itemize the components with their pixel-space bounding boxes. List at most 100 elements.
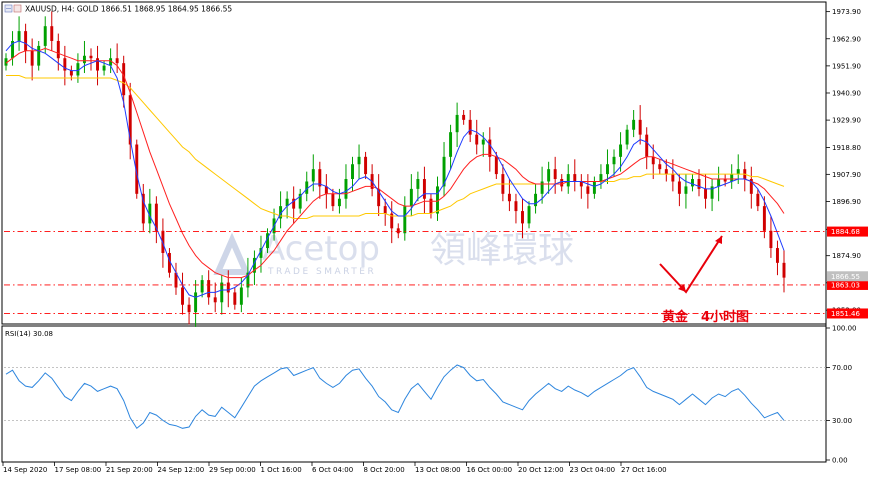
price-tick-label: 1951.90 [832, 62, 861, 70]
candle-body [239, 287, 243, 305]
candle-body [717, 179, 721, 187]
candle-body [220, 282, 224, 303]
rsi-tick-label: 100.00 [832, 325, 857, 333]
candle-body [351, 164, 354, 180]
candle-body [96, 58, 100, 71]
candle-body [775, 248, 779, 263]
time-tick-label: 6 Oct 04:00 [312, 466, 353, 474]
candle-body [181, 287, 184, 305]
candle-body [207, 280, 211, 298]
candle-body [507, 193, 511, 202]
candle-body [331, 193, 335, 207]
price-tick-label: 1874.90 [832, 252, 861, 260]
symbol-info: XAUUSD, H4: GOLD 1866.51 1868.95 1864.95… [25, 5, 232, 14]
candle-body [651, 156, 655, 165]
time-tick-label: 16 Oct 00:00 [467, 466, 513, 474]
price-tick-label: 1918.80 [832, 144, 861, 152]
candle-body [521, 211, 524, 224]
candle-body [690, 179, 694, 187]
candle-body [494, 156, 498, 175]
price-tick-label: 1929.90 [832, 117, 861, 125]
candle-body [462, 114, 466, 120]
candle-body [619, 144, 623, 157]
candle-body [357, 156, 361, 165]
candle-body [82, 55, 86, 64]
candle-body [50, 26, 54, 41]
candle-body [187, 304, 191, 313]
candle-body [573, 174, 577, 182]
candle-body [730, 174, 734, 182]
candle-body [664, 169, 668, 175]
candle-body [337, 198, 341, 207]
time-tick-label: 27 Oct 16:00 [621, 466, 667, 474]
symbol-header: XAUUSD, H4: GOLD 1866.51 1868.95 1864.95… [4, 5, 232, 14]
candle-body [677, 181, 681, 194]
watermark-brand-cn: 領峰環球 [430, 230, 574, 271]
candle-body [586, 186, 590, 194]
candle-body [481, 139, 485, 145]
candle-body [782, 262, 786, 278]
chart-annotation-label: 黄金 4小时图 [662, 309, 749, 325]
candle-body [200, 280, 204, 293]
candle-body [599, 174, 603, 182]
candle-body [606, 164, 609, 175]
candle-body [632, 119, 636, 130]
candle-body [69, 70, 73, 76]
level-price-label: 1863.03 [831, 281, 860, 289]
candle-body [56, 40, 60, 59]
candle-body [344, 179, 348, 199]
price-tick-label: 1907.90 [832, 171, 861, 179]
price-tick-label: 1940.90 [832, 89, 861, 97]
candle-body [43, 26, 47, 46]
price-tick-label: 1973.90 [832, 8, 861, 16]
time-tick-label: 24 Sep 12:00 [158, 466, 205, 474]
candle-body [17, 31, 21, 41]
level-price-label: 1851.46 [831, 310, 860, 318]
candle-body [612, 156, 616, 165]
candle-body [762, 206, 766, 231]
candle-body [638, 119, 642, 135]
candle-body [547, 169, 551, 182]
candle-body [102, 65, 106, 71]
level-price-label: 1884.68 [831, 228, 860, 236]
candle-body [468, 119, 472, 135]
candle-body [416, 179, 420, 189]
candle-body [560, 179, 564, 187]
candle-body [684, 186, 688, 194]
chart-window: XAUUSD, H4: GOLD 1866.51 1868.95 1864.95… [0, 0, 870, 480]
candle-body [455, 114, 459, 133]
candle-body [194, 292, 198, 313]
time-tick-label: 29 Sep 00:00 [209, 466, 256, 474]
candle-body [383, 206, 387, 214]
watermark-brand-en: Acetop [262, 229, 380, 269]
candle-body [422, 179, 426, 199]
candle-body [534, 193, 538, 207]
candle-body [592, 181, 596, 194]
candle-body [24, 31, 28, 51]
time-tick-label: 21 Sep 20:00 [106, 466, 153, 474]
candle-body [736, 169, 740, 175]
candle-body [409, 188, 413, 207]
candle-body [89, 55, 93, 59]
rsi-tick-label: 30.00 [832, 417, 852, 425]
time-tick-label: 13 Oct 08:00 [415, 466, 461, 474]
candle-body [403, 206, 407, 234]
time-tick-label: 1 Oct 16:00 [261, 466, 302, 474]
candle-body [449, 132, 453, 157]
time-tick-label: 14 Sep 2020 [3, 466, 47, 474]
rsi-indicator-label: RSI(14) 30.08 [5, 330, 53, 338]
candle-body [527, 206, 531, 224]
price-tick-label: 1962.90 [832, 35, 861, 43]
chart-canvas[interactable]: XAUUSD, H4: GOLD 1866.51 1868.95 1864.95… [0, 0, 870, 480]
current-price-label: 1866.55 [831, 273, 860, 281]
candle-body [233, 292, 237, 305]
candle-body [364, 156, 368, 175]
candle-body [671, 174, 675, 182]
candle-body [115, 58, 119, 64]
candle-body [475, 134, 479, 145]
candle-body [625, 129, 629, 145]
candle-body [645, 134, 649, 157]
candle-body [697, 179, 701, 189]
price-tick-label: 1896.90 [832, 198, 861, 206]
candle-body [756, 193, 760, 207]
